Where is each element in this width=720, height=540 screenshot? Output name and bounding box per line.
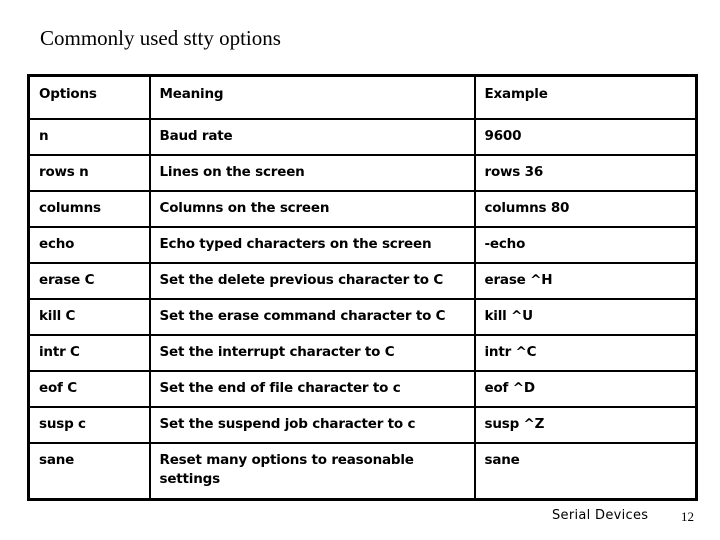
table-row: kill C Set the erase command character to… bbox=[27, 298, 698, 336]
table-header-row: Options Meaning Example bbox=[27, 74, 698, 120]
cell-meaning: Reset many options to reasonable setting… bbox=[148, 442, 476, 501]
cell-meaning: Columns on the screen bbox=[148, 190, 476, 228]
cell-example: -echo bbox=[473, 226, 698, 264]
table-row: columns Columns on the screen columns 80 bbox=[27, 190, 698, 228]
cell-example: 9600 bbox=[473, 118, 698, 156]
cell-example: intr ^C bbox=[473, 334, 698, 372]
cell-meaning: Baud rate bbox=[148, 118, 476, 156]
table-row: sane Reset many options to reasonable set… bbox=[27, 442, 698, 501]
footer-page-number: 12 bbox=[681, 509, 694, 524]
cell-example: erase ^H bbox=[473, 262, 698, 300]
cell-example: rows 36 bbox=[473, 154, 698, 192]
footer-section-label: Serial Devices bbox=[552, 508, 649, 523]
cell-option: rows n bbox=[27, 154, 151, 192]
cell-option: susp c bbox=[27, 406, 151, 444]
cell-meaning: Set the erase command character to C bbox=[148, 298, 476, 336]
column-header-example: Example bbox=[473, 74, 698, 120]
table-row: echo Echo typed characters on the screen -… bbox=[27, 226, 698, 264]
cell-example: columns 80 bbox=[473, 190, 698, 228]
table-row: n Baud rate 9600 bbox=[27, 118, 698, 156]
cell-meaning: Set the end of file character to c bbox=[148, 370, 476, 408]
cell-example: susp ^Z bbox=[473, 406, 698, 444]
cell-example: sane bbox=[473, 442, 698, 501]
cell-example: eof ^D bbox=[473, 370, 698, 408]
cell-meaning: Set the suspend job character to c bbox=[148, 406, 476, 444]
cell-option: intr C bbox=[27, 334, 151, 372]
page-title: Commonly used stty options bbox=[40, 26, 281, 50]
column-header-meaning: Meaning bbox=[148, 74, 476, 120]
table-row: rows n Lines on the screen rows 36 bbox=[27, 154, 698, 192]
cell-option: eof C bbox=[27, 370, 151, 408]
cell-option: echo bbox=[27, 226, 151, 264]
table-row: intr C Set the interrupt character to Cin… bbox=[27, 334, 698, 372]
cell-option: columns bbox=[27, 190, 151, 228]
table-row: eof C Set the end of file character to ce… bbox=[27, 370, 698, 408]
cell-example: kill ^U bbox=[473, 298, 698, 336]
cell-option: sane bbox=[27, 442, 151, 501]
stty-options-table: Options Meaning Example n Baud rate 9600 rows … bbox=[27, 74, 698, 501]
cell-meaning: Set the interrupt character to C bbox=[148, 334, 476, 372]
cell-meaning: Lines on the screen bbox=[148, 154, 476, 192]
cell-meaning: Set the delete previous character to C bbox=[148, 262, 476, 300]
column-header-options: Options bbox=[27, 74, 151, 120]
cell-option: n bbox=[27, 118, 151, 156]
table-row: susp c Set the suspend job character to c… bbox=[27, 406, 698, 444]
table-row: erase C Set the delete previous character… bbox=[27, 262, 698, 300]
cell-option: erase C bbox=[27, 262, 151, 300]
cell-meaning: Echo typed characters on the screen bbox=[148, 226, 476, 264]
cell-option: kill C bbox=[27, 298, 151, 336]
